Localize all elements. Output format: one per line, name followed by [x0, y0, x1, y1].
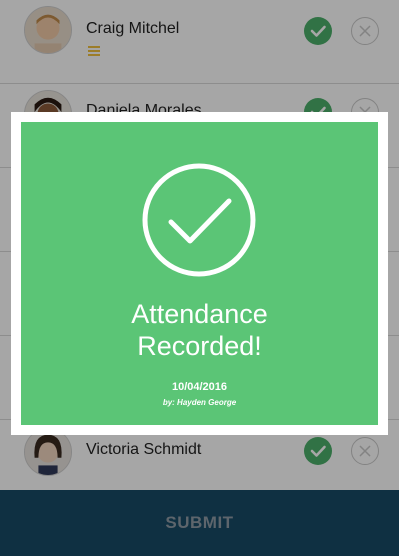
attendance-recorded-dialog: Attendance Recorded! 10/04/2016 by: Hayd… [11, 112, 388, 435]
success-panel: Attendance Recorded! 10/04/2016 by: Hayd… [21, 122, 378, 425]
big-check-circle-icon [142, 163, 256, 277]
dialog-title: Attendance Recorded! [21, 298, 378, 362]
dialog-title-line1: Attendance [131, 299, 268, 329]
dialog-title-line2: Recorded! [137, 331, 262, 361]
recorded-date: 10/04/2016 [171, 381, 228, 393]
recorded-by: by: Hayden George [162, 398, 237, 407]
